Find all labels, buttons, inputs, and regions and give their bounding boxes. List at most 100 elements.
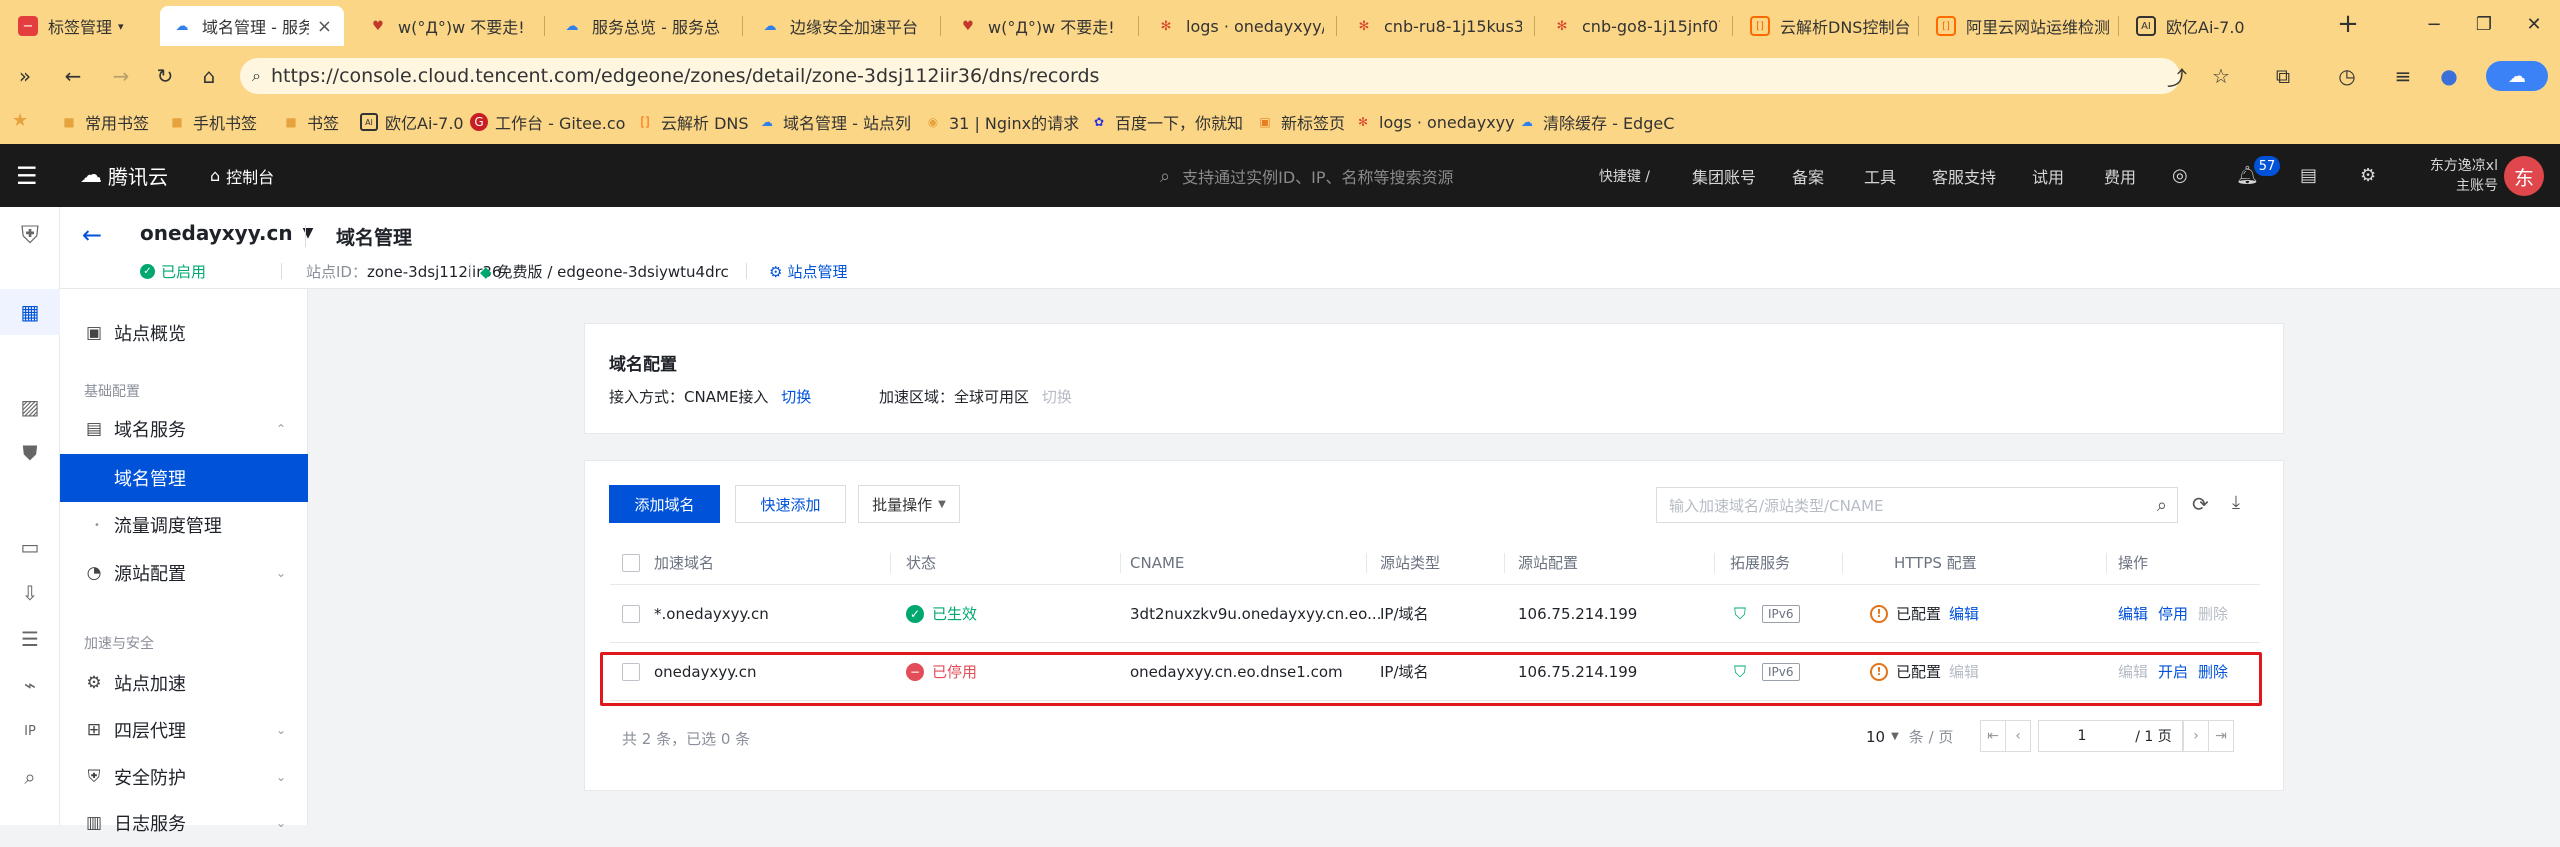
- menu-domain-service[interactable]: ▤ 域名服务 ⌃: [60, 405, 308, 453]
- profile-icon[interactable]: ●: [2432, 59, 2466, 93]
- site-manage-link[interactable]: ⚙ 站点管理: [769, 261, 847, 282]
- explore-icon[interactable]: ◎: [2172, 144, 2188, 207]
- list-icon[interactable]: ☰: [16, 625, 44, 653]
- quick-add-button[interactable]: 快速添加: [735, 485, 846, 523]
- global-search[interactable]: ⌕ 支持通过实例ID、IP、名称等搜索资源 快捷键 /: [1160, 158, 1650, 194]
- new-tab-button[interactable]: +: [2330, 8, 2366, 40]
- next-page-button[interactable]: ›: [2183, 720, 2209, 752]
- close-icon[interactable]: ×: [309, 16, 332, 37]
- hamburger-icon[interactable]: ☰: [16, 144, 38, 207]
- menu-origin-config[interactable]: ◔ 源站配置 ⌄: [60, 549, 308, 597]
- select-all-checkbox[interactable]: [622, 553, 640, 572]
- bookmark-item[interactable]: AI 欧亿Ai-7.0: [360, 110, 464, 134]
- star-icon[interactable]: ☆: [2204, 59, 2238, 93]
- menu-security[interactable]: ⛨ 安全防护 ⌄: [60, 753, 308, 801]
- disable-link[interactable]: 停用: [2158, 603, 2188, 624]
- activity-icon[interactable]: ⌁: [16, 671, 44, 699]
- tab-8[interactable]: ✻ cnb-go8-1j15jnf07: [1540, 6, 1720, 46]
- download-icon[interactable]: ⇩: [16, 579, 44, 607]
- home-button[interactable]: ⌂: [192, 59, 226, 93]
- message-icon[interactable]: ▤: [2300, 144, 2317, 207]
- tab-2[interactable]: ♥ w(°Д°)w 不要走!: [356, 6, 530, 46]
- tab-6[interactable]: ✻ logs · onedayxyy/: [1144, 6, 1324, 46]
- bookmark-item[interactable]: ☁ 域名管理 - 站点列: [758, 110, 911, 134]
- tab-3[interactable]: ☁ 服务总览 - 服务总: [550, 6, 730, 46]
- tab-11[interactable]: AI 欧亿Ai-7.0: [2124, 6, 2324, 46]
- address-bar[interactable]: ⌕ https://console.cloud.tencent.com/edge…: [240, 58, 2180, 94]
- chart-icon[interactable]: ▨: [16, 393, 44, 421]
- add-domain-button[interactable]: 添加域名: [609, 485, 720, 523]
- security-check-icon[interactable]: ⛊: [16, 439, 44, 467]
- bookmark-item[interactable]: ■ 书签: [282, 110, 339, 134]
- menu-site-accel[interactable]: ⚙ 站点加速: [60, 659, 308, 707]
- ipv6-tag: IPv6: [1762, 604, 1800, 623]
- maximize-button[interactable]: ❐: [2466, 8, 2502, 40]
- tab-0[interactable]: − 标签管理 ▾: [6, 6, 156, 46]
- page-size-select[interactable]: 10 ▼ 条 / 页: [1866, 726, 1953, 747]
- reload-button[interactable]: ↻: [148, 59, 182, 93]
- bookmark-item[interactable]: ■ 手机书签: [168, 110, 257, 134]
- tab-4[interactable]: ☁ 边缘安全加速平台: [748, 6, 928, 46]
- cloud-sync-icon[interactable]: ☁: [2486, 61, 2548, 91]
- bookmark-item[interactable]: [] 云解析 DNS: [636, 110, 748, 134]
- back-arrow-icon[interactable]: ←: [82, 221, 102, 249]
- ip-icon[interactable]: IP: [16, 717, 44, 745]
- tencent-cloud-logo[interactable]: ☁ 腾讯云: [80, 144, 168, 207]
- bookmark-item[interactable]: ✻ logs · onedayxyy: [1354, 110, 1515, 134]
- shield-icon[interactable]: ⛨: [16, 221, 44, 249]
- edit-link[interactable]: 编辑: [2118, 603, 2148, 624]
- tab-1[interactable]: ☁ 域名管理 - 服务 ×: [160, 6, 344, 46]
- back-button[interactable]: ←: [56, 59, 90, 93]
- sidebar-toggle-icon[interactable]: »: [8, 59, 42, 93]
- menu-logs[interactable]: ▥ 日志服务 ⌄: [60, 799, 308, 847]
- menu-domain-manage[interactable]: 域名管理: [60, 454, 308, 502]
- site-selector[interactable]: onedayxyy.cn ▼: [140, 221, 313, 245]
- menu-traffic-scheduling[interactable]: • 流量调度管理: [60, 501, 308, 549]
- nav-group-account[interactable]: 集团账号: [1692, 144, 1756, 207]
- row-checkbox[interactable]: [622, 604, 640, 623]
- nav-support[interactable]: 客服支持: [1932, 144, 1996, 207]
- close-window-button[interactable]: ✕: [2516, 8, 2552, 40]
- minimize-button[interactable]: −: [2416, 8, 2452, 40]
- nav-beian[interactable]: 备案: [1792, 144, 1824, 207]
- bookmark-item[interactable]: ■ 常用书签: [60, 110, 149, 134]
- refresh-icon[interactable]: ⟳: [2192, 492, 2209, 516]
- nav-trial[interactable]: 试用: [2032, 144, 2064, 207]
- last-page-button[interactable]: ⇥: [2208, 720, 2234, 752]
- bookmark-item[interactable]: ☁ 清除缓存 - EdgeC: [1518, 110, 1674, 134]
- https-edit-link[interactable]: 编辑: [1949, 603, 1979, 624]
- bookmark-item[interactable]: ✿ 百度一下，你就知: [1090, 110, 1243, 134]
- search-icon[interactable]: ⌕: [16, 763, 44, 791]
- page-input[interactable]: 1: [2038, 720, 2126, 752]
- user-info[interactable]: 东方逸凉xl 主账号: [2414, 156, 2498, 196]
- forward-button[interactable]: →: [104, 59, 138, 93]
- bookmark-item[interactable]: ◉ 31 | Nginx的请求: [924, 110, 1079, 134]
- tab-9[interactable]: [] 云解析DNS控制台: [1738, 6, 1918, 46]
- extensions-icon[interactable]: ⧉: [2266, 59, 2300, 93]
- monitor-icon[interactable]: ▭: [16, 533, 44, 561]
- nav-fees[interactable]: 费用: [2104, 144, 2136, 207]
- settings-icon[interactable]: ⚙: [2360, 144, 2376, 207]
- tab-7[interactable]: ✻ cnb-ru8-1j15kus3: [1342, 6, 1522, 46]
- bookmark-item[interactable]: G 工作台 - Gitee.co: [470, 110, 625, 134]
- batch-operation-dropdown[interactable]: 批量操作 ▼: [858, 485, 960, 523]
- first-page-button[interactable]: ⇤: [1980, 720, 2006, 752]
- console-link[interactable]: ⌂ 控制台: [210, 144, 274, 207]
- search-icon[interactable]: ⌕: [2157, 495, 2167, 516]
- domain-search-input[interactable]: 输入加速域名/源站类型/CNAME ⌕: [1656, 487, 2178, 523]
- history-icon[interactable]: ◷: [2330, 59, 2364, 93]
- bookmark-item[interactable]: ▣ 新标签页: [1256, 110, 1345, 134]
- access-switch-link[interactable]: 切换: [781, 388, 811, 406]
- menu-icon[interactable]: ≡: [2386, 59, 2420, 93]
- menu-l4-proxy[interactable]: ⊞ 四层代理 ⌄: [60, 706, 308, 754]
- bell-icon[interactable]: 🔔︎: [2236, 144, 2259, 207]
- avatar[interactable]: 东: [2504, 156, 2544, 196]
- share-icon[interactable]: ⤴: [2160, 59, 2194, 93]
- tab-5[interactable]: ♥ w(°Д°)w 不要走!: [946, 6, 1126, 46]
- menu-site-overview[interactable]: ▣ 站点概览: [60, 309, 308, 357]
- download-icon[interactable]: ⤓: [2232, 492, 2240, 513]
- prev-page-button[interactable]: ‹: [2005, 720, 2031, 752]
- apps-icon[interactable]: ▦: [0, 289, 60, 335]
- nav-tools[interactable]: 工具: [1864, 144, 1896, 207]
- tab-10[interactable]: [] 阿里云网站运维检测: [1924, 6, 2114, 46]
